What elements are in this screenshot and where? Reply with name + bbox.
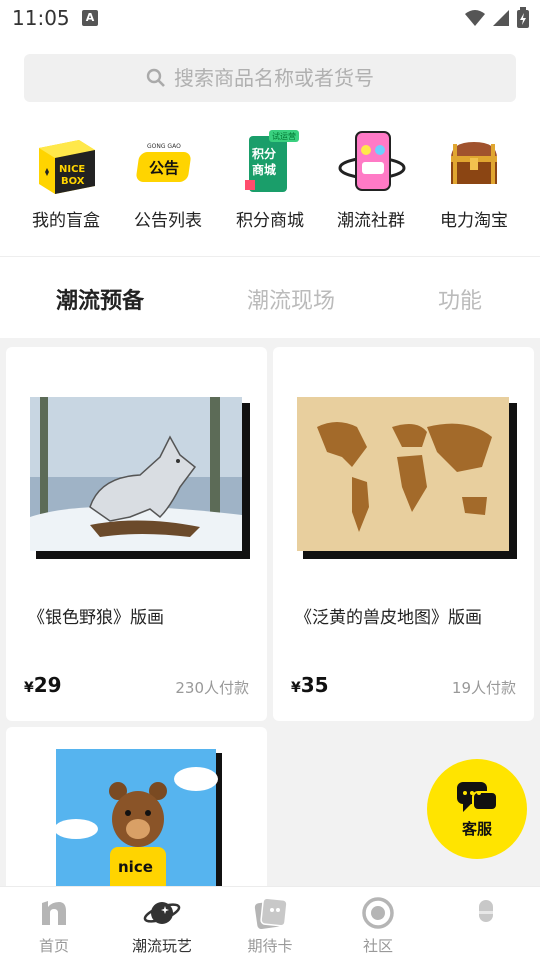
- customer-service-button[interactable]: 客服: [427, 759, 527, 859]
- quick-entry-label: 积分商城: [236, 211, 304, 231]
- search-icon: [146, 68, 165, 87]
- svg-text:积分: 积分: [252, 146, 276, 161]
- customer-service-label: 客服: [461, 819, 492, 838]
- tab-trend-live[interactable]: 潮流现场: [247, 283, 335, 315]
- product-paid-count: 230人付款: [175, 679, 249, 697]
- signal-icon: [493, 10, 509, 26]
- tab-trend-prep[interactable]: 潮流预备: [56, 283, 144, 315]
- product-image-bear: [56, 749, 222, 899]
- bear-shirt-text: nice: [118, 858, 153, 876]
- svg-text:公告: 公告: [149, 159, 179, 177]
- quick-entry-label: 公告列表: [134, 211, 202, 231]
- home-n-icon: [42, 901, 66, 925]
- nav-item-profile[interactable]: [436, 895, 536, 935]
- search-bar[interactable]: [24, 54, 516, 102]
- status-bar: 11:05 A: [0, 0, 540, 36]
- svg-text:商城: 商城: [252, 162, 276, 177]
- nav-label: 首页: [38, 937, 69, 955]
- quick-entry-announcements[interactable]: 公告 GONG GAO 公告列表: [118, 128, 218, 231]
- price-value: 35: [300, 673, 329, 697]
- quick-entry-row: NICE BOX 我的盲盒 公告 GONG GAO 公告列表 试运营 积分 商城…: [0, 128, 540, 238]
- nav-item-trend-play[interactable]: 潮流玩艺: [112, 895, 212, 956]
- svg-text:BOX: BOX: [61, 176, 85, 187]
- search-input[interactable]: [174, 66, 394, 90]
- quick-entry-community[interactable]: 潮流社群: [321, 128, 421, 231]
- product-title: 《银色野狼》版画: [28, 608, 164, 628]
- product-price: ¥35: [291, 673, 329, 697]
- nice-box-icon: NICE BOX: [39, 140, 95, 194]
- quick-entry-label: 电力淘宝: [440, 211, 508, 231]
- battery-icon: [517, 7, 529, 28]
- product-card[interactable]: 《泛黄的兽皮地图》版画 ¥35 19人付款: [273, 347, 534, 721]
- card-icon: [254, 897, 288, 930]
- product-price: ¥29: [24, 673, 62, 697]
- product-paid-count: 19人付款: [451, 679, 516, 697]
- community-phone-icon: [338, 131, 406, 191]
- product-card[interactable]: 《银色野狼》版画 ¥29 230人付款: [6, 347, 267, 721]
- chat-bubbles-icon: [457, 781, 498, 812]
- planet-icon: [143, 902, 181, 924]
- currency-symbol: ¥: [291, 680, 301, 696]
- quick-entry-power-taobao[interactable]: 电力淘宝: [424, 128, 524, 231]
- bottom-navigation: 首页 潮流玩艺 期待卡 社区: [0, 886, 540, 960]
- points-mall-icon: 试运营 积分 商城: [245, 130, 299, 192]
- currency-symbol: ¥: [24, 680, 34, 696]
- profile-icon: [479, 900, 493, 922]
- wifi-icon: [465, 10, 485, 26]
- community-ring-icon: [362, 897, 394, 929]
- category-tabs: 潮流预备 潮流现场 功能: [0, 256, 540, 338]
- status-icons: [464, 7, 530, 29]
- nav-label: 期待卡: [247, 937, 293, 955]
- quick-entry-my-blind-box[interactable]: NICE BOX 我的盲盒: [16, 128, 116, 231]
- tab-features[interactable]: 功能: [438, 283, 482, 315]
- quick-entry-label: 我的盲盒: [32, 211, 100, 231]
- status-time: 11:05: [12, 6, 70, 30]
- nav-label: 潮流玩艺: [131, 937, 192, 955]
- svg-text:GONG GAO: GONG GAO: [147, 143, 181, 150]
- svg-text:NICE: NICE: [59, 164, 85, 175]
- svg-text:试运营: 试运营: [272, 131, 296, 141]
- product-image-silver-wolf: [30, 397, 250, 559]
- announcement-icon: 公告 GONG GAO: [136, 143, 191, 182]
- price-value: 29: [33, 673, 62, 697]
- notification-badge-icon: A: [82, 10, 98, 26]
- treasure-chest-icon: [451, 142, 497, 184]
- nav-item-expect-card[interactable]: 期待卡: [220, 895, 320, 956]
- header-section: NICE BOX 我的盲盒 公告 GONG GAO 公告列表: [0, 36, 540, 256]
- quick-entry-label: 潮流社群: [337, 211, 405, 231]
- quick-entry-points-mall[interactable]: 试运营 积分 商城 积分商城: [220, 128, 320, 231]
- product-image-world-map: [297, 397, 517, 559]
- nav-item-home[interactable]: 首页: [4, 895, 104, 956]
- nav-label: 社区: [362, 937, 393, 955]
- product-title: 《泛黄的兽皮地图》版画: [295, 608, 482, 628]
- nav-item-community[interactable]: 社区: [328, 895, 428, 956]
